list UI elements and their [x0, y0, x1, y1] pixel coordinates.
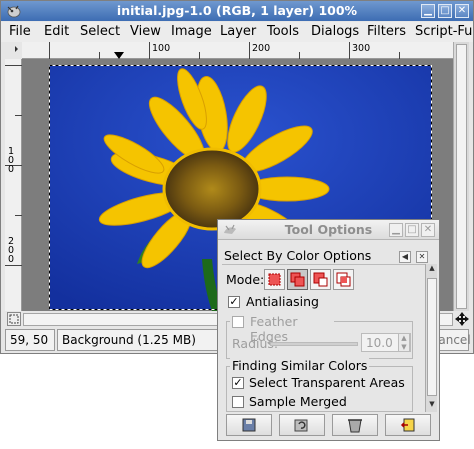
vertical-scrollbar[interactable] — [453, 42, 469, 311]
scroll-up-icon[interactable]: ▲ — [427, 264, 437, 276]
save-icon — [242, 418, 256, 432]
spin-down-icon: ▼ — [401, 343, 407, 351]
menu-filters[interactable]: Filters — [367, 24, 406, 39]
mode-label: Mode: — [226, 272, 265, 287]
ruler-label: 200 — [252, 43, 271, 54]
tool-options-scroll-thumb[interactable] — [427, 278, 437, 396]
maximize-icon: □ — [440, 5, 450, 16]
vertical-ruler[interactable]: 100 200 — [5, 59, 22, 311]
feather-edges-legend: Feather Edges — [230, 314, 334, 344]
mode-intersect-button[interactable] — [333, 269, 354, 290]
scroll-down-icon[interactable]: ▼ — [427, 400, 437, 412]
close-icon: ✕ — [423, 224, 433, 235]
tool-options-window: Tool Options ▁ □ ✕ Select By Color Optio… — [217, 219, 440, 441]
mode-replace-button[interactable] — [264, 269, 285, 290]
menu-file[interactable]: File — [9, 24, 31, 39]
ruler-label: 300 — [352, 43, 371, 54]
save-options-button[interactable] — [226, 414, 272, 436]
add-selection-icon — [290, 272, 305, 287]
delete-options-button[interactable] — [332, 414, 378, 436]
menu-tools[interactable]: Tools — [267, 24, 299, 39]
minimize-icon: ▁ — [392, 224, 400, 235]
replace-selection-icon — [268, 273, 281, 286]
vertical-scroll-thumb[interactable] — [456, 44, 467, 309]
arrow-icon — [15, 46, 18, 52]
minimize-icon: ▁ — [424, 5, 432, 16]
antialiasing-label: Antialiasing — [246, 294, 319, 309]
similar-colors-legend: Finding Similar Colors — [230, 358, 370, 373]
menu-view[interactable]: View — [130, 24, 161, 39]
delete-icon — [348, 419, 362, 433]
sample-merged-label: Sample Merged — [249, 394, 347, 409]
subtract-selection-icon — [313, 272, 328, 287]
separator — [222, 264, 425, 265]
menu-select[interactable]: Select — [80, 24, 120, 39]
tab-menu-icon: ◀ — [401, 252, 409, 261]
minimize-button[interactable]: ▁ — [421, 4, 435, 18]
ruler-label: 100 — [8, 146, 15, 175]
select-transparent-checkbox[interactable]: ✓ — [232, 377, 244, 389]
move-cross-icon[interactable] — [455, 312, 469, 326]
close-tab-icon: ✕ — [418, 252, 426, 261]
radius-spin-arrows[interactable]: ▲ ▼ — [398, 333, 410, 352]
quick-mask-corner[interactable] — [5, 42, 22, 59]
pointer-marker-icon — [114, 52, 124, 59]
sample-merged-checkbox[interactable] — [232, 396, 244, 408]
maximize-button[interactable]: □ — [405, 223, 419, 237]
feather-edges-checkbox[interactable] — [232, 316, 244, 328]
mode-subtract-button[interactable] — [310, 269, 331, 290]
tool-options-scrollbar[interactable]: ▲ ▼ — [425, 264, 437, 412]
horizontal-ruler[interactable]: 100 200 300 — [22, 42, 453, 59]
pointer-coordinates: 59, 50 — [5, 329, 55, 351]
minimize-button[interactable]: ▁ — [389, 223, 403, 237]
menu-image[interactable]: Image — [171, 24, 212, 39]
tool-options-header: Select By Color Options — [224, 248, 372, 263]
mode-add-button[interactable] — [287, 269, 308, 290]
close-icon: ✕ — [457, 5, 467, 16]
menubar: File Edit Select View Image Layer Tools … — [1, 22, 473, 42]
image-window-title: initial.jpg-1.0 (RGB, 1 layer) 100% — [116, 3, 358, 18]
tool-options-titlebar[interactable]: Tool Options ▁ □ ✕ — [218, 220, 439, 240]
menu-edit[interactable]: Edit — [44, 24, 69, 39]
navigate-icon[interactable] — [7, 312, 21, 326]
restore-options-button[interactable] — [279, 414, 325, 436]
ruler-label: 100 — [152, 43, 171, 54]
menu-dialogs[interactable]: Dialogs — [311, 24, 359, 39]
maximize-button[interactable]: □ — [438, 4, 452, 18]
reset-options-button[interactable] — [385, 414, 431, 436]
close-button[interactable]: ✕ — [421, 223, 435, 237]
tool-options-buttons — [222, 414, 435, 438]
image-window-titlebar[interactable]: initial.jpg-1.0 (RGB, 1 layer) 100% ▁ □ … — [1, 1, 473, 21]
intersect-selection-icon — [336, 272, 351, 287]
tab-menu-button[interactable]: ◀ — [399, 251, 411, 263]
close-tab-button[interactable]: ✕ — [416, 251, 428, 263]
close-button[interactable]: ✕ — [455, 4, 469, 18]
reset-icon — [400, 418, 415, 432]
menu-layer[interactable]: Layer — [220, 24, 256, 39]
antialiasing-checkbox[interactable]: ✓ — [228, 296, 240, 308]
maximize-icon: □ — [407, 224, 417, 235]
menu-script-fu[interactable]: Script-Fu — [415, 24, 472, 39]
radius-slider[interactable] — [270, 342, 358, 346]
select-transparent-label: Select Transparent Areas — [249, 375, 405, 390]
spin-up-icon: ▲ — [401, 334, 407, 342]
restore-icon — [294, 419, 308, 432]
ruler-label: 200 — [8, 236, 15, 265]
